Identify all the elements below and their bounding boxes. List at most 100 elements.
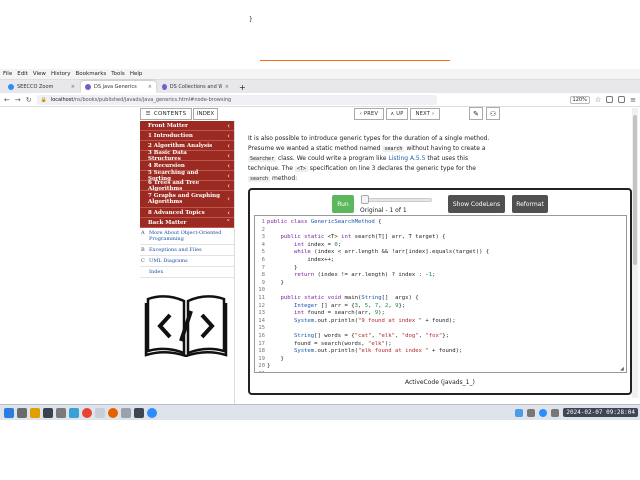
line-number: 19 xyxy=(258,355,265,362)
code-text: while (index < arr.length && !arr[index]… xyxy=(293,249,490,256)
chevron-icon: ‹ xyxy=(227,195,230,203)
chrome-icon[interactable] xyxy=(82,407,92,418)
version-slider-track[interactable] xyxy=(364,198,432,202)
toc-back-matter-item[interactable]: A More About Object-Oriented Programming xyxy=(140,228,234,245)
zoom-icon[interactable] xyxy=(147,407,157,418)
app-icon[interactable] xyxy=(69,407,79,418)
line-number: 17 xyxy=(258,340,265,347)
code-line: 15 xyxy=(255,325,626,333)
menu-item[interactable]: File xyxy=(3,71,12,77)
bookmark-star-icon[interactable]: ☆ xyxy=(595,96,601,104)
toc-back-matter-item[interactable]: B Exceptions and Files xyxy=(140,245,234,256)
chevron-icon: ‹ xyxy=(227,121,230,130)
toc-chapter-label: 1 Introduction xyxy=(148,132,193,139)
app-icon[interactable] xyxy=(95,407,105,418)
tab-favicon-icon xyxy=(85,84,91,90)
browser-tab[interactable]: DS java Generics × xyxy=(81,81,156,93)
forward-icon[interactable]: → xyxy=(15,96,21,104)
code-text: int index = 0; xyxy=(293,241,342,248)
version-slider-handle[interactable] xyxy=(361,195,369,204)
line-number: 4 xyxy=(261,241,265,248)
new-tab-icon[interactable]: + xyxy=(235,83,250,93)
menu-item[interactable]: History xyxy=(51,71,71,77)
menu-item[interactable]: View xyxy=(33,71,46,77)
index-button[interactable]: INDEX xyxy=(193,108,218,120)
menu-icon[interactable]: ≡ xyxy=(630,96,636,104)
toc-chapter-label: Back Matter xyxy=(148,219,187,226)
up-button[interactable]: ∧ UP xyxy=(386,108,408,120)
code-line: 11 public static void main(String[] args… xyxy=(255,295,626,303)
code-line: 4 int index = 0; xyxy=(255,242,626,250)
toc-chapter[interactable]: Front Matter ‹ xyxy=(140,121,234,131)
editor-icon[interactable] xyxy=(43,407,53,418)
network-icon[interactable] xyxy=(515,408,524,417)
menu-icon: ☰ xyxy=(145,111,151,117)
toc-back-matter-item[interactable]: Index xyxy=(140,267,234,278)
contents-button[interactable]: ☰ CONTENTS xyxy=(140,108,192,120)
toc-item-label: More About Object-Oriented Programming xyxy=(149,230,222,242)
code-line: 9 } xyxy=(255,280,626,288)
page-scrollbar-thumb[interactable] xyxy=(633,115,637,265)
toc-chapter[interactable]: 3 Basic Data Structures ‹ xyxy=(140,150,234,162)
close-tab-icon[interactable]: × xyxy=(225,84,229,90)
edit-pencil-icon[interactable]: ✎ xyxy=(469,107,483,120)
toc-item-letter: A xyxy=(141,230,145,236)
code-line: 3 public static <T> int search(T[] arr, … xyxy=(255,234,626,242)
line-number: 16 xyxy=(258,333,265,339)
toc-chapter[interactable]: 8 Advanced Topics ‹ xyxy=(140,208,234,218)
close-tab-icon[interactable]: × xyxy=(71,84,75,90)
line-number: 6 xyxy=(261,257,265,263)
browser-navbar: ← → ↻ 🔒 localhost/ns/books/published/jav… xyxy=(0,93,640,107)
app-icon[interactable] xyxy=(56,407,66,418)
chevron-icon: ‹ xyxy=(227,131,230,140)
browser-tab[interactable]: SEECCO Zoom × xyxy=(4,81,79,93)
extensions-icon[interactable] xyxy=(606,96,614,103)
app-icon[interactable] xyxy=(134,407,144,418)
toc-back-matter-item[interactable]: C UML Diagrams xyxy=(140,256,234,267)
code-text: public static void main(String[] args) { xyxy=(280,295,419,301)
show-codelens-button[interactable]: Show CodeLens xyxy=(448,195,505,213)
menu-item[interactable]: Help xyxy=(130,71,143,77)
prev-button[interactable]: ‹ PREV xyxy=(354,108,384,120)
toc-item-label: UML Diagrams xyxy=(149,258,188,264)
battery-icon[interactable] xyxy=(551,408,560,417)
reformat-button[interactable]: Reformat xyxy=(512,195,548,213)
browser-tab[interactable]: DS Collections and Wrappers× xyxy=(158,81,233,93)
close-tab-icon[interactable]: × xyxy=(148,84,152,90)
line-number: 2 xyxy=(261,226,265,233)
listing-link[interactable]: Listing A.5.5 xyxy=(388,155,425,162)
firefox-icon[interactable] xyxy=(108,407,118,418)
reload-icon[interactable]: ↻ xyxy=(26,96,32,104)
open-book-code-icon xyxy=(144,295,228,357)
user-icon[interactable]: ⚇ xyxy=(486,107,500,120)
toc-chapter[interactable]: 6 Trees and Tree Algorithms ‹ xyxy=(140,180,234,192)
toc-chapter[interactable]: Back Matter ˅ xyxy=(140,218,234,228)
code-line: 6 index++; xyxy=(255,257,626,265)
code-line: 13 int found = search(arr, 9); xyxy=(255,310,626,318)
menu-item[interactable]: Bookmarks xyxy=(76,71,107,77)
zoom-tray-icon[interactable] xyxy=(539,408,548,417)
code-text: index++; xyxy=(267,257,335,263)
menu-item[interactable]: Tools xyxy=(111,71,125,77)
files-icon[interactable] xyxy=(30,407,40,418)
app-icon[interactable] xyxy=(121,407,131,418)
code-editor[interactable]: 1 public class GenericSearchMethod {2 3 pu… xyxy=(254,215,627,373)
toc-chapter[interactable]: 1 Introduction ‹ xyxy=(140,131,234,141)
zoom-level-button[interactable]: 120% xyxy=(569,95,590,104)
tab-title: DS java Generics xyxy=(94,84,137,90)
chevron-icon: ‹ xyxy=(227,141,230,150)
next-button[interactable]: NEXT › xyxy=(410,108,440,120)
terminal-icon[interactable] xyxy=(17,407,27,418)
start-menu-icon[interactable] xyxy=(4,407,14,418)
resize-grip-icon[interactable]: ◢ xyxy=(620,366,624,372)
url-bar[interactable]: 🔒 localhost/ns/books/published/javads/ja… xyxy=(36,94,437,105)
run-button[interactable]: Run xyxy=(332,195,354,213)
inline-code-generic-t: <T> xyxy=(294,166,308,172)
toc-chapter[interactable]: 7 Graphs and Graphing Algorithms ‹ xyxy=(140,191,234,208)
back-icon[interactable]: ← xyxy=(4,96,10,104)
clock[interactable]: 2024-02-07 09:28:04 xyxy=(563,408,638,417)
volume-icon[interactable] xyxy=(527,408,536,417)
menu-item[interactable]: Edit xyxy=(17,71,28,77)
text-run: specification on line 3 declares the gen… xyxy=(307,165,476,172)
downloads-icon[interactable] xyxy=(618,96,626,103)
